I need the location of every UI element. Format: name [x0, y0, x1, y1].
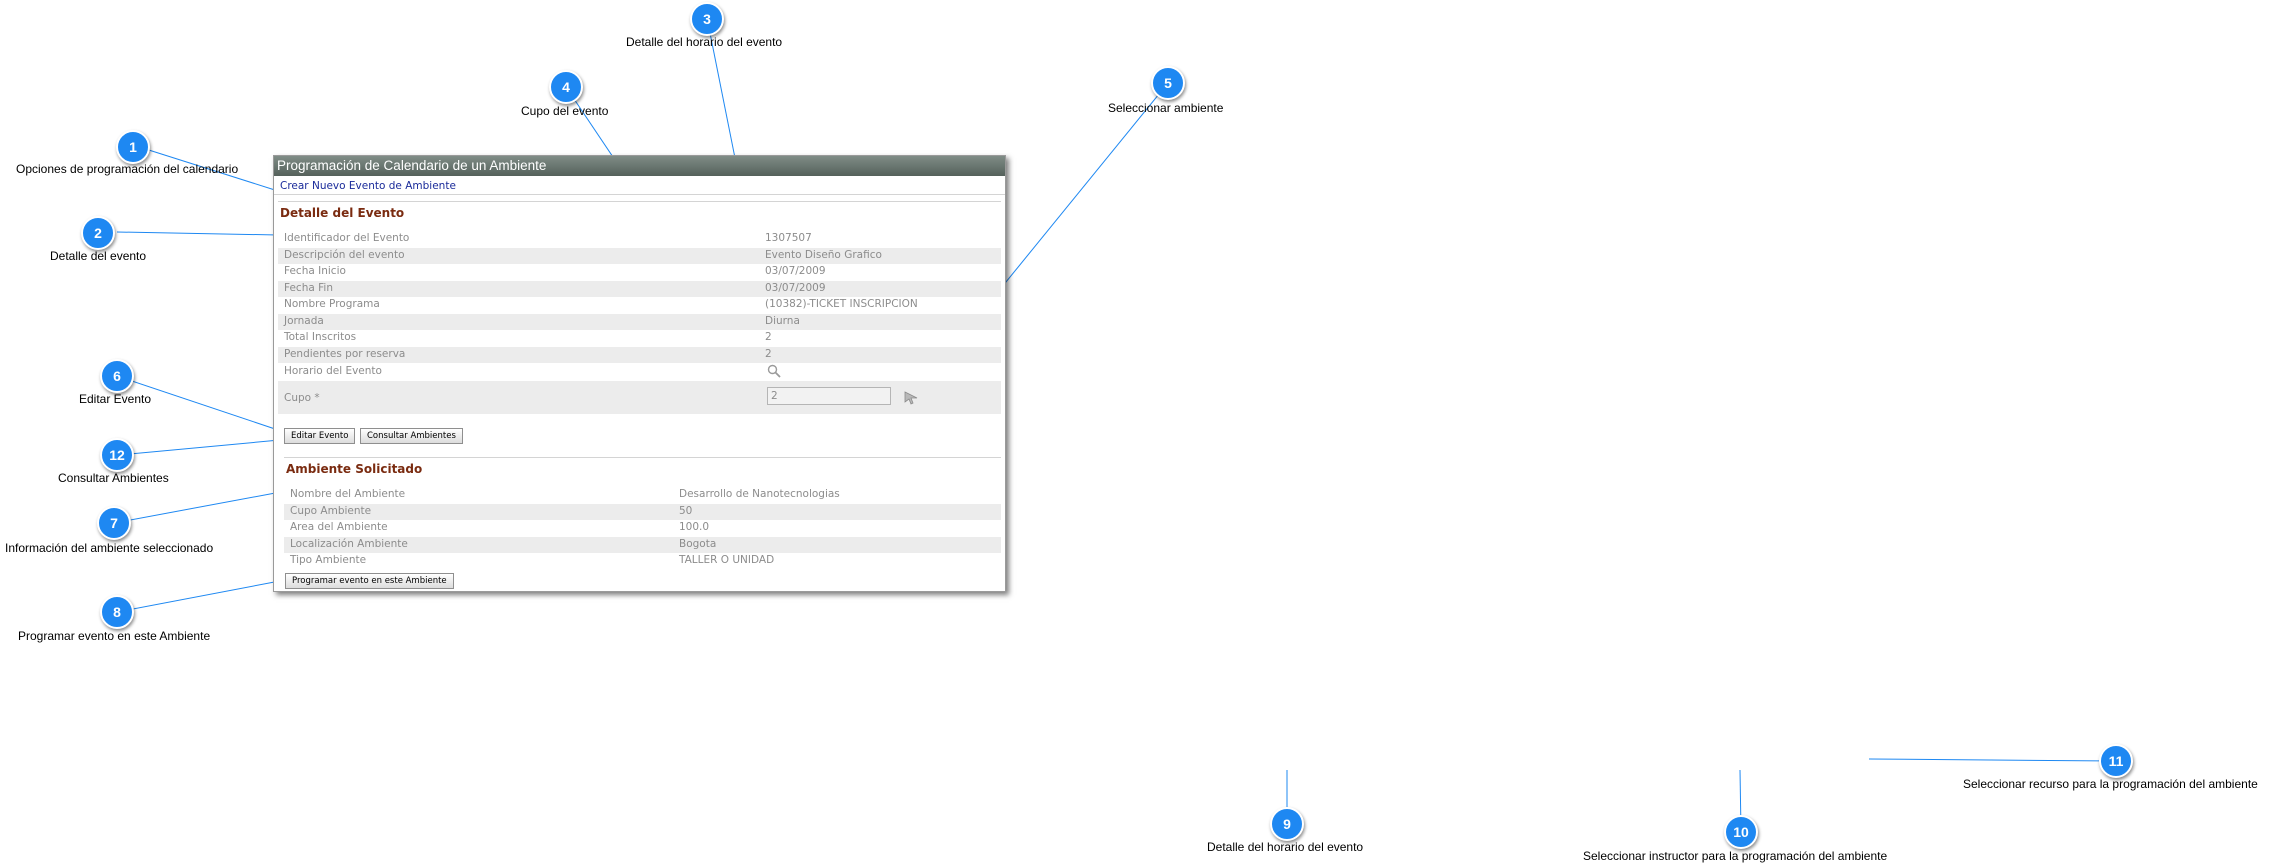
field-label: Identificador del Evento: [284, 232, 410, 244]
capacity-input[interactable]: 2: [767, 387, 891, 405]
callout-number-11: 11: [2099, 744, 2133, 778]
callout-label-10: Seleccionar instructor para la programac…: [1583, 849, 1888, 863]
callout-label-9: Detalle del horario del evento: [1207, 840, 1364, 854]
field-row-environment-name: Nombre del Ambiente Desarrollo de Nanotec…: [284, 487, 1001, 504]
field-row-event-id: Identificador del Evento 1307507: [278, 231, 1001, 248]
field-label: Fecha Inicio: [284, 265, 346, 277]
callout-number-5: 5: [1151, 66, 1185, 100]
field-row-program-name: Nombre Programa (10382)-TICKET INSCRIPCIO…: [278, 297, 1001, 314]
field-value: 03/07/2009: [765, 265, 826, 277]
field-value: Evento Diseño Grafico: [765, 248, 882, 261]
field-value: Bogota: [679, 537, 717, 550]
field-row-schedule: Horario del Evento: [278, 363, 1001, 381]
window-title: Programación de Calendario de un Ambient…: [274, 156, 1005, 176]
field-row-environment-location: Localización Ambiente Bogota: [284, 536, 1001, 553]
field-value: Diurna: [765, 314, 800, 327]
callout-number-6: 6: [100, 359, 134, 393]
callout-number-1: 1: [116, 130, 150, 164]
callout-number-10: 10: [1724, 815, 1758, 849]
event-detail-section: Detalle del Evento Identificador del Eve…: [278, 201, 1001, 444]
consult-environments-button[interactable]: Consultar Ambientes: [360, 428, 463, 444]
callout-label-12: Consultar Ambientes: [58, 471, 169, 485]
field-label: Cupo Ambiente: [290, 504, 372, 517]
callout-number-7: 7: [97, 506, 131, 540]
edit-event-button[interactable]: Editar Evento: [284, 428, 356, 444]
leader-line-2: [116, 231, 279, 236]
program-event-button[interactable]: Programar evento en este Ambiente: [285, 573, 454, 589]
field-value: TALLER O UNIDAD: [679, 554, 775, 566]
field-label: Localización Ambiente: [290, 537, 408, 550]
field-label: Horario del Evento: [284, 365, 382, 377]
field-row-total-enrolled: Total Inscritos 2: [278, 330, 1001, 347]
field-value: Desarrollo de Nanotecnologias: [679, 488, 840, 500]
field-row-environment-capacity: Cupo Ambiente 50: [284, 503, 1001, 520]
event-detail-title: Detalle del Evento: [280, 206, 405, 220]
callout-number-12: 12: [100, 438, 134, 472]
field-row-end-date: Fecha Fin 03/07/2009: [278, 280, 1001, 297]
field-row-capacity: Cupo * 2: [278, 381, 1001, 414]
callout-label-3: Detalle del horario del evento: [626, 35, 783, 49]
field-row-shift: Jornada Diurna: [278, 313, 1001, 330]
callout-label-11: Seleccionar recurso para la programación…: [1963, 777, 2258, 791]
leader-line-11: [1868, 758, 2117, 762]
field-row-description: Descripción del evento Evento Diseño Graf…: [278, 247, 1001, 264]
field-value: 2: [765, 347, 772, 360]
environment-fields: Nombre del Ambiente Desarrollo de Nanotec…: [284, 487, 1001, 570]
callout-label-7: Información del ambiente seleccionado: [5, 541, 214, 555]
leader-line-7: [113, 490, 287, 524]
field-label: Fecha Fin: [284, 281, 333, 294]
field-value: 03/07/2009: [765, 281, 826, 294]
event-fields: Identificador del Evento 1307507 Descripc…: [278, 231, 1001, 414]
capacity-value: 2: [771, 390, 778, 402]
field-row-environment-type: Tipo Ambiente TALLER O UNIDAD: [284, 553, 1001, 570]
field-label: Pendientes por reserva: [284, 347, 406, 360]
magnifier-icon[interactable]: [767, 364, 781, 378]
field-label: Tipo Ambiente: [290, 554, 367, 566]
callout-number-9: 9: [1270, 807, 1304, 841]
field-value: 50: [679, 504, 693, 517]
pointer-tool-icon[interactable]: [903, 389, 919, 405]
callout-number-3: 3: [690, 2, 724, 36]
field-row-start-date: Fecha Inicio 03/07/2009: [278, 264, 1001, 281]
field-value: 100.0: [679, 521, 710, 533]
callout-number-2: 2: [81, 216, 115, 250]
callout-label-2: Detalle del evento: [50, 249, 147, 263]
field-label: Nombre Programa: [284, 298, 380, 310]
environment-title: Ambiente Solicitado: [286, 462, 423, 476]
field-label: Total Inscritos: [284, 331, 357, 343]
field-label: Cupo *: [284, 392, 320, 404]
create-event-link[interactable]: Crear Nuevo Evento de Ambiente: [280, 180, 456, 192]
calendar-programming-window: Programación de Calendario de un Ambient…: [273, 155, 1006, 592]
field-value: (10382)-TICKET INSCRIPCION: [765, 298, 918, 310]
callout-number-8: 8: [100, 595, 134, 629]
callout-label-6: Editar Evento: [79, 392, 152, 406]
callout-label-4: Cupo del evento: [521, 104, 609, 118]
callout-label-1: Opciones de programación del calendario: [16, 162, 239, 176]
callout-label-8: Programar evento en este Ambiente: [18, 629, 211, 643]
field-label: Area del Ambiente: [290, 521, 388, 533]
callout-number-4: 4: [549, 70, 583, 104]
field-value: 1307507: [765, 232, 812, 244]
field-label: Nombre del Ambiente: [290, 488, 406, 500]
leader-line-8: [116, 579, 286, 613]
field-label: Descripción del evento: [284, 248, 405, 261]
field-value: 2: [765, 331, 772, 343]
environment-section: Ambiente Solicitado Nombre del Ambiente D…: [284, 457, 1001, 566]
field-row-environment-area: Area del Ambiente 100.0: [284, 520, 1001, 537]
field-row-pending: Pendientes por reserva 2: [278, 346, 1001, 363]
options-bar: Crear Nuevo Evento de Ambiente: [274, 176, 1005, 195]
callout-label-5: Seleccionar ambiente: [1108, 101, 1224, 115]
field-label: Jornada: [284, 314, 324, 327]
